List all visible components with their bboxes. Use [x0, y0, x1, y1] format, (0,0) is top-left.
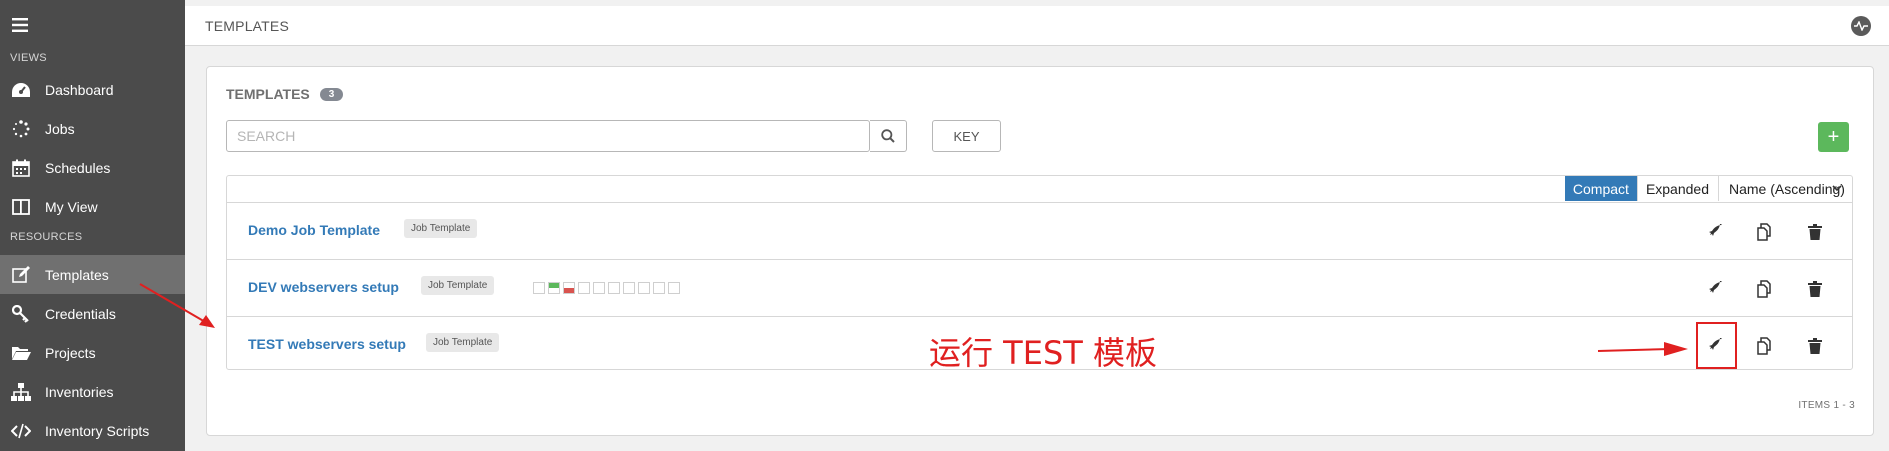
table-row: Demo Job Template Job Template: [227, 203, 1852, 260]
templates-panel: TEMPLATES 3 KEY + Compact Expanded Name …: [206, 66, 1874, 436]
sidebar-item-inventory-scripts[interactable]: Inventory Scripts: [0, 411, 185, 450]
sidebar-item-schedules[interactable]: Schedules: [0, 148, 185, 187]
add-button[interactable]: +: [1818, 122, 1849, 152]
sidebar-item-jobs[interactable]: Jobs: [0, 109, 185, 148]
copy-icon[interactable]: [1752, 219, 1778, 245]
jobs-icon: [10, 119, 32, 139]
search-input[interactable]: [227, 121, 867, 151]
sidebar-item-label: Inventories: [45, 383, 114, 400]
sidebar-item-label: Jobs: [45, 120, 75, 137]
sidebar-item-label: Dashboard: [45, 81, 114, 98]
job-status-success[interactable]: [548, 282, 560, 294]
sidebar-item-inventories[interactable]: Inventories: [0, 372, 185, 411]
sidebar-item-label: Inventory Scripts: [45, 422, 150, 439]
sidebar: VIEWS Dashboard Jobs Schedules My View R…: [0, 0, 185, 451]
sort-select[interactable]: Name (Ascending): [1718, 176, 1852, 201]
expanded-view-button[interactable]: Expanded: [1636, 176, 1717, 201]
launch-icon[interactable]: [1702, 219, 1728, 245]
key-button[interactable]: KEY: [932, 120, 1001, 152]
job-status-empty: [623, 282, 635, 294]
template-type-tag: Job Template: [421, 276, 495, 295]
copy-icon[interactable]: [1752, 276, 1778, 302]
delete-icon[interactable]: [1802, 219, 1828, 245]
code-icon: [10, 421, 32, 441]
folder-icon: [10, 343, 32, 363]
launch-icon[interactable]: [1702, 276, 1728, 302]
sidebar-item-my-view[interactable]: My View: [0, 187, 185, 226]
sidebar-item-label: Schedules: [45, 159, 111, 176]
job-status-empty: [668, 282, 680, 294]
activity-stream-icon[interactable]: [1851, 16, 1871, 36]
menu-toggle[interactable]: [0, 0, 185, 50]
items-count: ITEMS 1 - 3: [1798, 400, 1855, 411]
copy-icon[interactable]: [1752, 333, 1778, 359]
job-status-failed[interactable]: [563, 282, 575, 294]
hamburger-icon[interactable]: [12, 18, 28, 32]
sidebar-item-label: Projects: [45, 344, 96, 361]
recent-jobs-sparkline: [533, 282, 680, 294]
search-icon: [881, 129, 895, 143]
job-status-empty: [653, 282, 665, 294]
template-name-link[interactable]: Demo Job Template: [248, 222, 380, 238]
breadcrumb: TEMPLATES: [205, 17, 290, 34]
job-status-empty: [638, 282, 650, 294]
chevron-down-icon: [1832, 185, 1842, 192]
sidebar-item-templates[interactable]: Templates: [0, 255, 185, 294]
compact-view-button[interactable]: Compact: [1564, 176, 1637, 201]
job-status-empty: [533, 282, 545, 294]
count-badge: 3: [319, 87, 344, 101]
template-type-tag: Job Template: [426, 333, 500, 352]
columns-icon: [10, 197, 32, 217]
annotation-text: 运行 TEST 模板: [929, 334, 1157, 372]
calendar-icon: [10, 158, 32, 178]
job-status-empty: [578, 282, 590, 294]
job-status-empty: [593, 282, 605, 294]
template-type-tag: Job Template: [404, 219, 478, 238]
template-name-link[interactable]: DEV webservers setup: [248, 279, 399, 295]
view-toggle: Compact Expanded: [1564, 176, 1717, 201]
panel-title: TEMPLATES 3: [226, 86, 344, 102]
dashboard-icon: [10, 80, 32, 100]
table-row: DEV webservers setup Job Template: [227, 260, 1852, 317]
panel-title-text: TEMPLATES: [226, 86, 310, 102]
delete-icon[interactable]: [1802, 333, 1828, 359]
delete-icon[interactable]: [1802, 276, 1828, 302]
sidebar-item-label: Credentials: [45, 305, 116, 322]
views-section-label: VIEWS: [10, 52, 47, 64]
job-status-empty: [608, 282, 620, 294]
key-icon: [10, 304, 32, 324]
sidebar-item-label: My View: [45, 198, 98, 215]
sort-label: Name (Ascending): [1729, 180, 1845, 197]
template-name-link[interactable]: TEST webservers setup: [248, 336, 406, 352]
sidebar-item-dashboard[interactable]: Dashboard: [0, 70, 185, 109]
resources-section-label: RESOURCES: [10, 231, 83, 243]
search-button[interactable]: [870, 120, 907, 152]
top-bar: TEMPLATES: [185, 6, 1889, 46]
edit-icon: [10, 265, 32, 285]
search-box: [226, 120, 870, 152]
sidebar-item-projects[interactable]: Projects: [0, 333, 185, 372]
sidebar-item-credentials[interactable]: Credentials: [0, 294, 185, 333]
sidebar-item-label: Templates: [45, 266, 109, 283]
launch-highlight-box: [1696, 322, 1737, 369]
list-toolbar: Compact Expanded Name (Ascending): [227, 176, 1852, 203]
sitemap-icon: [10, 382, 32, 402]
